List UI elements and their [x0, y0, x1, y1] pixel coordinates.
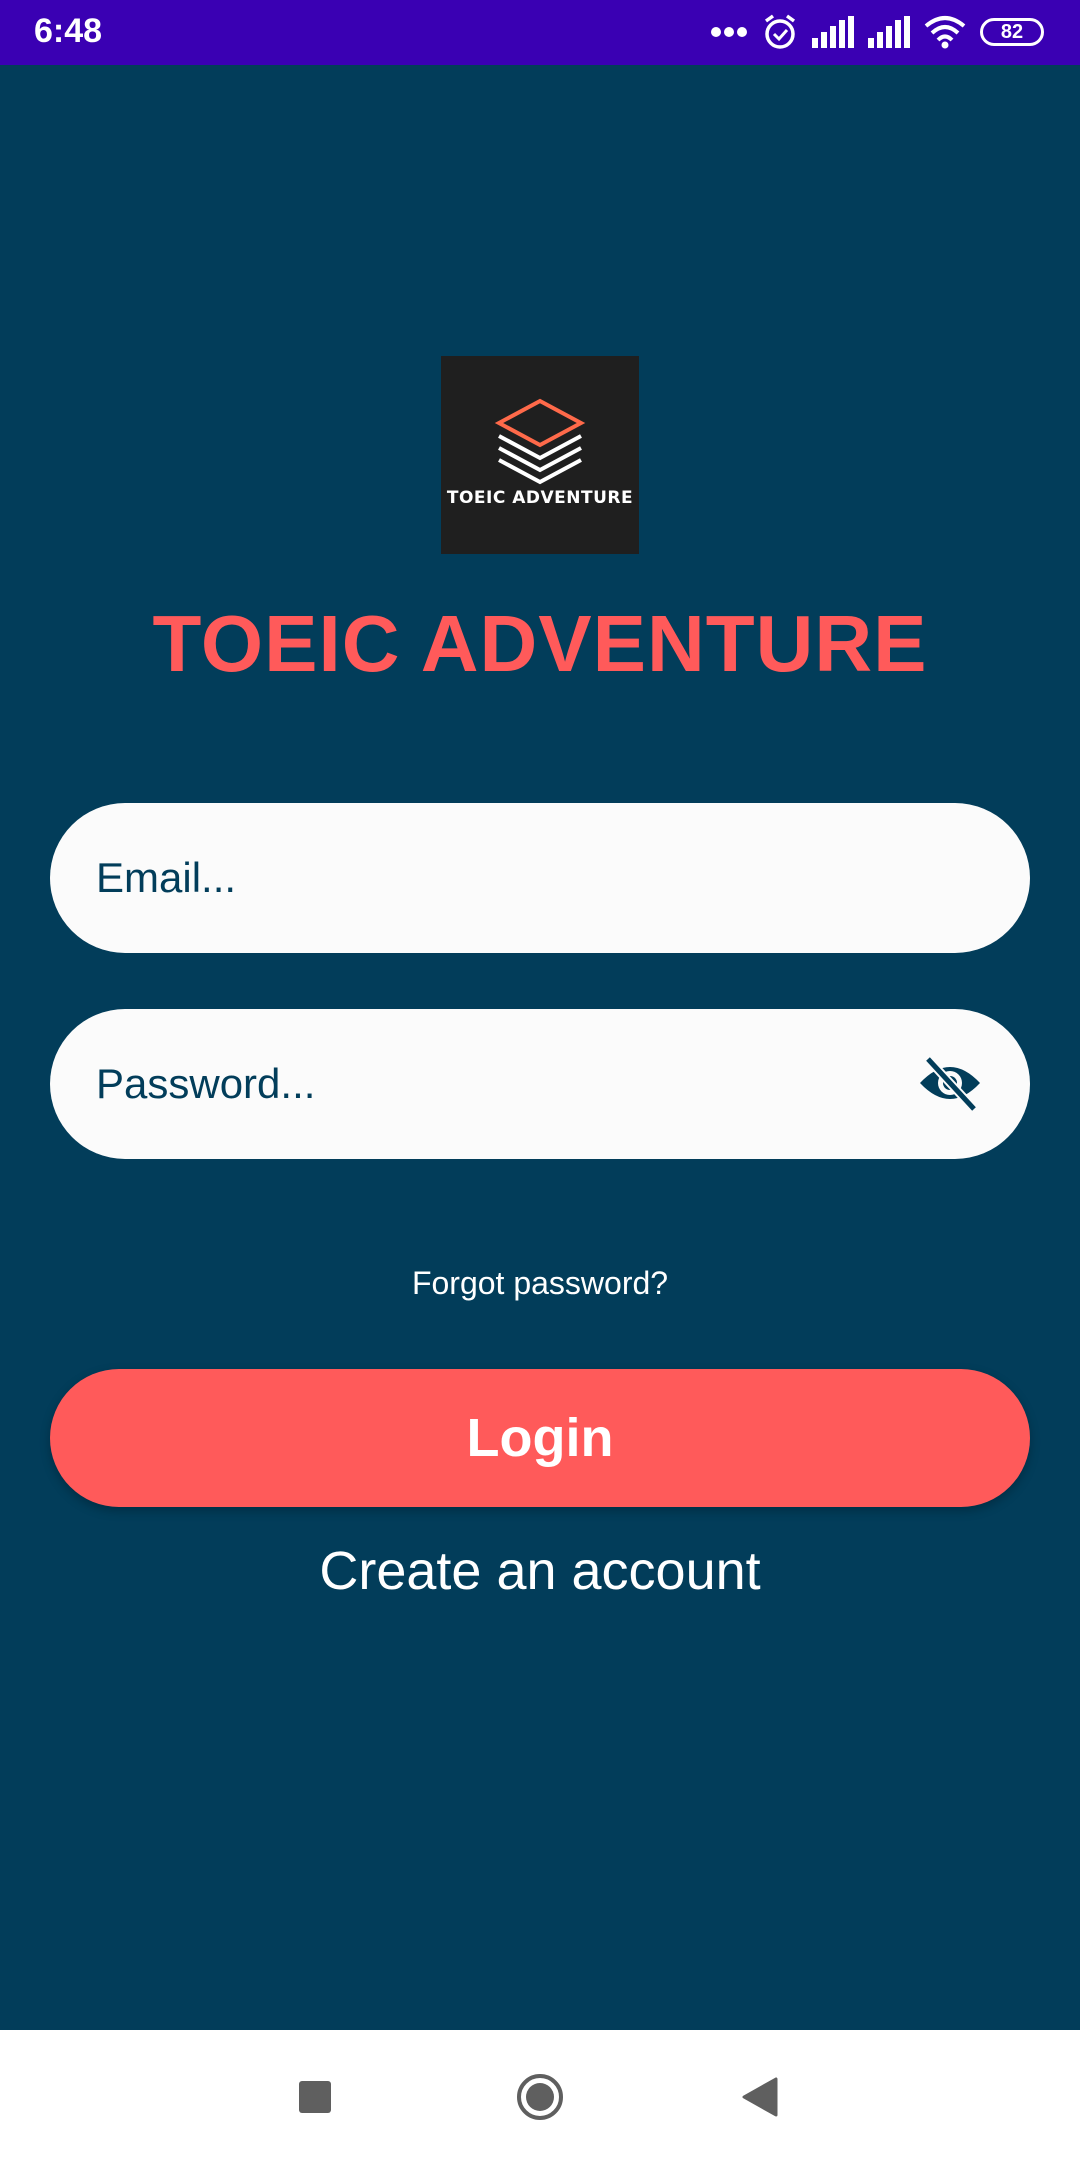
status-icons: 82	[710, 10, 1044, 54]
home-circle-icon[interactable]	[515, 2072, 565, 2122]
more-dots-icon	[710, 26, 748, 38]
eye-off-icon[interactable]	[918, 1055, 982, 1113]
email-input[interactable]	[96, 803, 896, 953]
navigation-bar	[0, 2030, 1080, 2160]
login-button[interactable]: Login	[50, 1369, 1030, 1507]
password-field[interactable]	[50, 1009, 1030, 1159]
app-logo: TOEIC ADVENTURE	[441, 356, 639, 554]
alarm-icon	[762, 13, 798, 51]
signal-icon	[812, 16, 854, 48]
signal-icon	[868, 16, 910, 48]
create-account-link[interactable]: Create an account	[0, 1540, 1080, 1602]
back-triangle-icon[interactable]	[742, 2077, 778, 2117]
app-title: TOEIC ADVENTURE	[152, 599, 928, 688]
logo-text: TOEIC ADVENTURE	[446, 488, 634, 508]
stacked-layers-icon	[494, 398, 586, 485]
password-input[interactable]	[96, 1009, 896, 1159]
status-bar: 6:48 82	[0, 0, 1080, 65]
email-field[interactable]	[50, 803, 1030, 953]
forgot-password-link[interactable]: Forgot password?	[0, 1265, 1080, 1302]
battery-icon: 82	[980, 18, 1044, 46]
status-time: 6:48	[34, 12, 103, 50]
wifi-icon	[924, 15, 966, 49]
recents-square-icon[interactable]	[299, 2081, 331, 2113]
